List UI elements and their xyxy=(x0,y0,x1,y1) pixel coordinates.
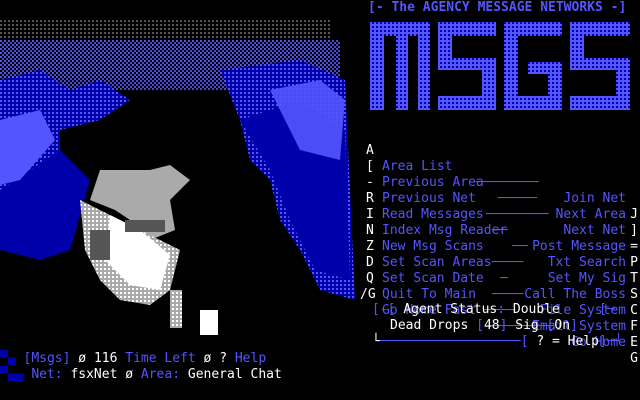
menu-row[interactable]: N New Msg Scans ──── Set My Sig S xyxy=(366,207,640,302)
agent-status-value: Double xyxy=(512,302,560,317)
menu-row[interactable]: Z Set Scan Areas ─ Call The Boss C xyxy=(366,223,640,318)
hotkey: /G xyxy=(360,287,376,302)
sig-value: On xyxy=(554,318,571,333)
help-hint[interactable]: ? = Help xyxy=(536,334,599,349)
footer-status: ▀▄ [Msgs] ø 116 Time Left ø ? Help ▀▄▄ N… xyxy=(0,351,360,383)
ansi-artwork xyxy=(0,0,360,345)
banner-title: The AGENCY MESSAGE NETWORKS xyxy=(391,0,603,15)
menu-item-call-the-boss[interactable]: Call The Boss xyxy=(524,287,626,303)
msgs-count: 116 xyxy=(93,351,118,366)
menu-row[interactable]: /G Go Home Fast ──────── Go Home G xyxy=(360,271,640,366)
net-line: ▀▄▄ Net: fsxNet ø Area: General Chat xyxy=(0,367,282,382)
menu-row[interactable]: - Previous Net ──────── Next Net = xyxy=(366,159,640,254)
menu-row[interactable]: [ Previous Area ───── Next Area ] xyxy=(366,143,640,238)
agent-status-box: [-[ Agent Status: Double [─ Dead Drops [… xyxy=(372,302,640,352)
net-value: fsxNet xyxy=(70,367,118,382)
msgs-line: ▀▄ [Msgs] ø 116 Time Left ø ? Help xyxy=(0,351,267,366)
dead-drops-label: Dead Drops xyxy=(390,318,469,333)
msgs-label: Msgs xyxy=(31,351,63,366)
help-label: Help xyxy=(234,351,267,366)
help-line: └──────────────────[ ? = Help]─┘ xyxy=(372,334,623,349)
dead-drops-value: 48 xyxy=(483,318,500,333)
agent-status-line: [-[ Agent Status: Double [─ xyxy=(372,302,615,317)
agent-status-label: Agent Status xyxy=(403,302,498,317)
sig-label: Sig xyxy=(515,318,539,333)
menu-row[interactable]: R Read Messages ── Post Message P xyxy=(366,175,640,270)
hotkey: S xyxy=(630,287,638,302)
menu-row[interactable]: I Index Msg Reader ── Txt Search T xyxy=(366,191,640,286)
dead-drops-line: Dead Drops [48] Sig [On] xyxy=(390,318,578,333)
ansi-art-illustration xyxy=(0,20,355,335)
message-menu: A Area List ──────── Join Net J [ Previo… xyxy=(360,127,640,366)
network-banner: [- The AGENCY MESSAGE NETWORKS -] xyxy=(368,0,627,15)
area-label: Area xyxy=(140,367,173,382)
time-left-label: Time Left xyxy=(125,351,196,366)
menu-row[interactable]: D Set Scan Date ──── File System F xyxy=(366,239,640,334)
menu-row[interactable]: Q Quit To Main ──── Email System E xyxy=(366,255,640,350)
net-label: Net xyxy=(31,367,55,382)
area-value: General Chat xyxy=(187,367,282,382)
dash-divider: ──── xyxy=(492,287,524,302)
msgs-logo-graphic xyxy=(370,22,630,110)
menu-row[interactable]: A Area List ──────── Join Net J xyxy=(366,127,640,222)
time-left-value: ? xyxy=(219,351,228,366)
hotkey: G xyxy=(630,351,638,366)
msgs-logo xyxy=(368,18,634,114)
